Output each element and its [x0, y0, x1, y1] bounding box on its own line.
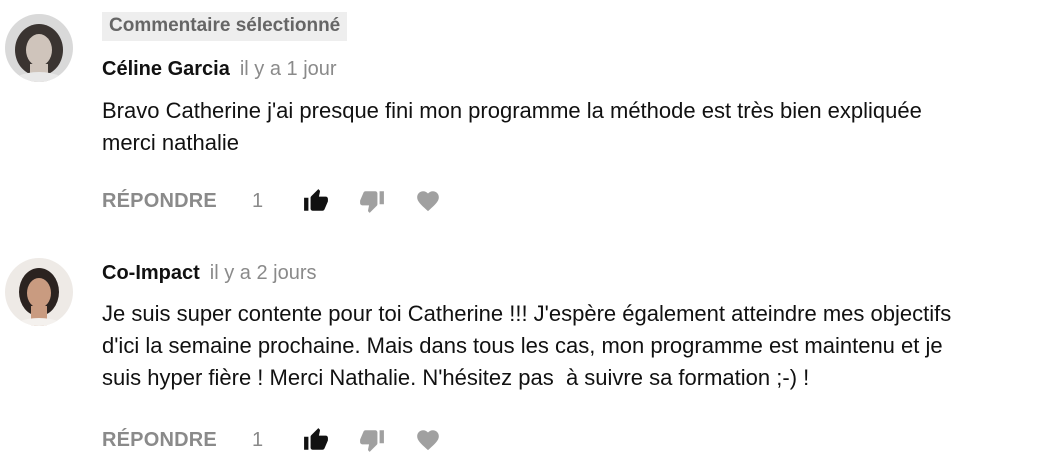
comment-header: Co-Impact il y a 2 jours: [102, 262, 317, 285]
comment-actions: RÉPONDRE 1: [102, 186, 442, 216]
dislike-button[interactable]: [358, 426, 386, 454]
avatar[interactable]: [5, 14, 73, 82]
comment-text-line: suis hyper fière ! Merci Nathalie. N'hés…: [102, 365, 810, 390]
author-name[interactable]: Co-Impact: [102, 262, 200, 284]
thumbs-down-icon: [360, 430, 384, 452]
like-button[interactable]: [302, 426, 330, 454]
comment-header: Céline Garcia il y a 1 jour: [102, 58, 337, 81]
author-name[interactable]: Céline Garcia: [102, 58, 230, 80]
like-count: 1: [251, 428, 264, 451]
heart-icon: [417, 191, 439, 212]
thumbs-down-icon: [360, 191, 384, 213]
heart-button[interactable]: [414, 426, 442, 454]
avatar-image: [5, 258, 73, 326]
comment-text: Je suis super contente pour toi Catherin…: [102, 298, 1047, 394]
timestamp[interactable]: il y a 1 jour: [240, 58, 337, 80]
thumbs-up-icon: [304, 189, 328, 211]
comment-text-line: d'ici la semaine prochaine. Mais dans to…: [102, 333, 943, 358]
reply-button[interactable]: RÉPONDRE: [102, 190, 217, 213]
comment-text-line: Je suis super contente pour toi Catherin…: [102, 301, 952, 326]
avatar[interactable]: [5, 258, 73, 326]
heart-icon: [417, 430, 439, 451]
comment-text-line: merci nathalie: [102, 130, 239, 155]
comment-actions: RÉPONDRE 1: [102, 425, 442, 455]
dislike-button[interactable]: [358, 187, 386, 215]
like-button[interactable]: [302, 187, 330, 215]
timestamp[interactable]: il y a 2 jours: [210, 262, 317, 284]
comment-1: Commentaire sélectionné Céline Garcia il …: [0, 0, 1056, 230]
comment-text: Bravo Catherine j'ai presque fini mon pr…: [102, 95, 1047, 159]
selected-comment-badge: Commentaire sélectionné: [102, 12, 348, 41]
comment-2: Co-Impact il y a 2 jours Je suis super co…: [0, 230, 1056, 462]
heart-button[interactable]: [414, 187, 442, 215]
avatar-image: [5, 14, 73, 82]
reply-button[interactable]: RÉPONDRE: [102, 429, 217, 452]
like-count: 1: [251, 189, 264, 212]
thumbs-up-icon: [304, 428, 328, 450]
comment-text-line: Bravo Catherine j'ai presque fini mon pr…: [102, 98, 922, 123]
